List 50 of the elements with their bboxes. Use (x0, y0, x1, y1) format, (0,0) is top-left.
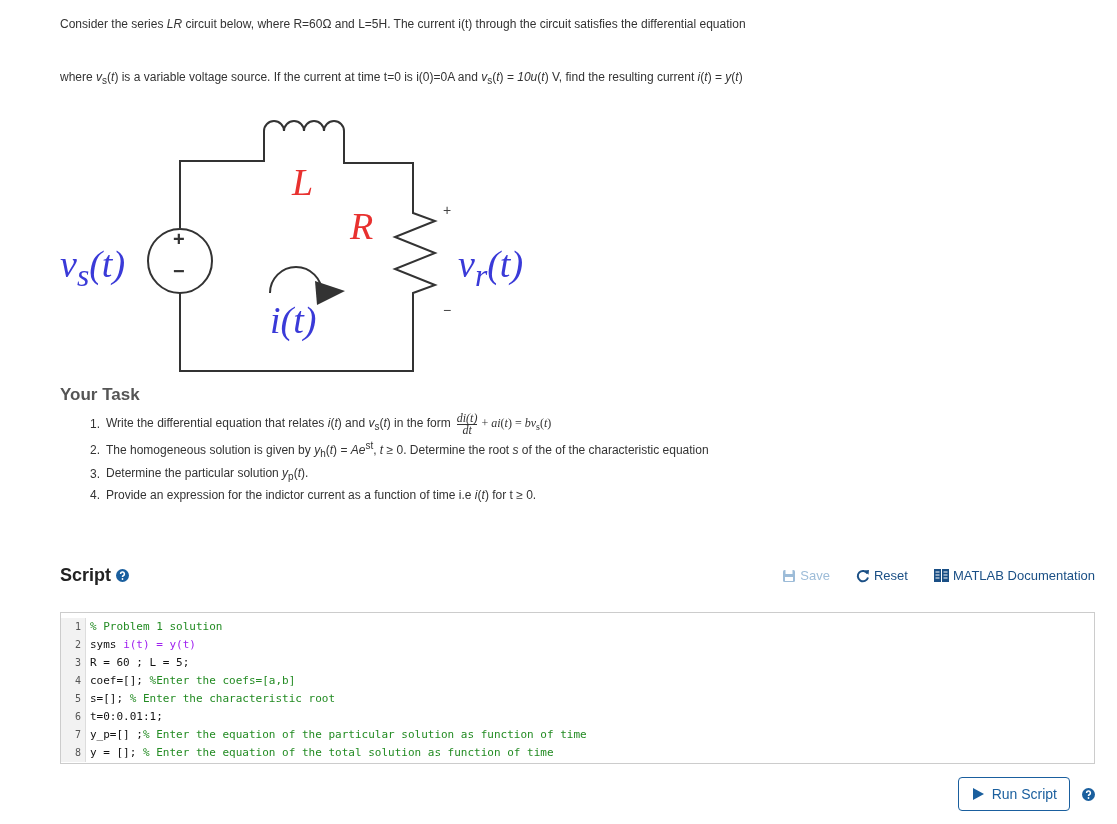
code-line: coef=[]; %Enter the coefs=[a,b] (89, 673, 296, 690)
task-text: Determine the particular solution y$_{p}$(t). (106, 464, 309, 485)
line-number: 7 (61, 726, 86, 745)
code-line: y = []; % Enter the equation of the total solution as function of time (89, 745, 554, 762)
help-icon[interactable] (116, 569, 129, 583)
section-heading: Your Task (60, 385, 141, 406)
question-text: Consider the series LR circuit below, where R=60Ω and L=5H. The current i(t) through the circuit satisfies the differential equation (60, 16, 747, 33)
save-icon (782, 568, 797, 583)
line-number: 8 (61, 744, 86, 763)
reset-button[interactable]: Reset (855, 566, 908, 586)
code-line: s=[]; % Enter the characteristic root (89, 691, 336, 708)
inductor-label: L (292, 163, 314, 202)
task-text: Write the differential equation that relates i(t) and v$_{s}$(t) in the form (106, 414, 451, 435)
documentation-link[interactable]: MATLAB Documentation (933, 566, 1095, 586)
resistor-label: R (350, 207, 374, 246)
equation-text: + ai(t) = bv$_{s}$(t) (481, 414, 552, 435)
line-number: 2 (61, 636, 86, 655)
section-heading: Script (60, 565, 111, 587)
resistor-voltage-label: v$_{r}$(t) (458, 245, 524, 292)
list-number: 2. (90, 441, 101, 459)
list-number: 4. (90, 487, 101, 505)
line-number: 3 (61, 654, 86, 673)
question-text: where v$_{s}$(t) is a variable voltage source. If the current at time t=0 is i(0)=0A and v$_{s}$(t) = 10u(t) V, find the resulting current i(t) = y(t) (60, 69, 744, 89)
fraction: di(t) dt (456, 413, 478, 437)
task-text: Provide an expression for the indictor current as a function of time i.e i(t) for t ≥ 0. (106, 487, 537, 505)
minus-sign: − (443, 303, 452, 318)
play-icon (972, 788, 984, 801)
code-line: R = 60 ; L = 5; (89, 655, 190, 672)
source-voltage-label: v$_{s}$(t) (60, 245, 126, 292)
list-number: 3. (90, 466, 101, 484)
list-number: 1. (90, 416, 101, 434)
plus-sign: + (173, 229, 185, 250)
line-number: 4 (61, 672, 86, 691)
code-line: t=0:0.01:1; (89, 709, 163, 726)
code-line: syms i(t) = y(t) (89, 637, 196, 654)
code-line: % Problem 1 solution (89, 619, 223, 636)
voltage-source-icon (147, 228, 213, 295)
run-script-button[interactable]: Run Script (957, 777, 1070, 812)
line-number: 1 (61, 618, 86, 637)
code-line: y_p=[] ;% Enter the equation of the particular solution as function of time (89, 727, 587, 744)
plus-sign: + (443, 203, 452, 218)
reload-icon (855, 568, 870, 583)
task-text: The homogeneous solution is given by y$_{h}$(t) = Ae$^{st}$, t ≥ 0. Determine the root s of the of the characteristic equation (106, 439, 709, 462)
current-arrow-icon (269, 266, 345, 306)
line-number: 6 (61, 708, 86, 727)
book-icon (933, 569, 949, 583)
help-icon[interactable] (1082, 787, 1095, 801)
minus-sign: − (173, 261, 185, 282)
line-number: 5 (61, 690, 86, 709)
current-label: i(t) (270, 301, 317, 340)
